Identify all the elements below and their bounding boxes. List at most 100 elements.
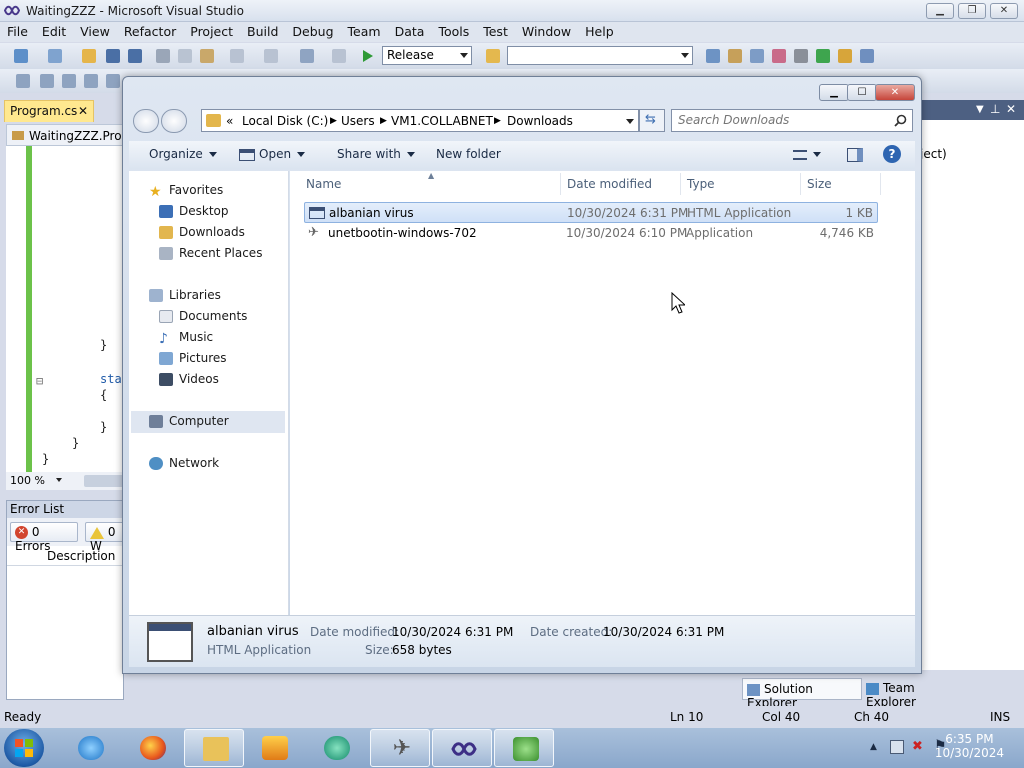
address-bar[interactable]: « Local Disk (C:) ▶ Users ▶ VM1.COLLABNE… — [201, 109, 639, 132]
menu-team[interactable]: Team — [341, 22, 388, 39]
address-history-chevron-icon[interactable] — [626, 119, 634, 124]
type-navigation-dropdown[interactable]: WaitingZZZ.Progr — [6, 124, 134, 146]
menu-build[interactable]: Build — [240, 22, 285, 39]
nav-desktop[interactable]: Desktop — [159, 204, 229, 218]
explorer-close-button[interactable]: ✕ — [875, 84, 915, 101]
errors-filter-button[interactable]: ✕ 0 Errors — [10, 522, 78, 553]
breadcrumb-separator-icon[interactable]: ▶ — [380, 116, 387, 126]
column-header-size[interactable]: Size — [807, 171, 832, 197]
nav-pictures[interactable]: Pictures — [159, 351, 227, 365]
pane-menu-icon[interactable]: ▼ — [976, 104, 984, 115]
menu-tools[interactable]: Tools — [431, 22, 476, 39]
search-icon[interactable] — [894, 114, 907, 127]
taskbar-windows-explorer[interactable] — [184, 729, 244, 767]
explorer-maximize-button[interactable]: ☐ — [847, 84, 877, 101]
menu-refactor[interactable]: Refactor — [117, 22, 183, 39]
pin-icon[interactable]: ⊥ — [990, 102, 1000, 116]
taskbar-app[interactable] — [306, 729, 366, 767]
menu-data[interactable]: Data — [388, 22, 432, 39]
menu-edit[interactable]: Edit — [35, 22, 73, 39]
organize-button[interactable]: Organize — [149, 147, 217, 161]
show-hidden-icons-icon[interactable]: ▲ — [870, 742, 877, 752]
breadcrumb-downloads[interactable]: Downloads — [507, 114, 573, 128]
vs-restore-button[interactable]: ❐ — [958, 3, 986, 19]
search-box[interactable] — [671, 109, 913, 132]
collapse-toggle-icon[interactable]: ⊟ — [36, 374, 43, 388]
paste-icon[interactable] — [200, 49, 214, 63]
solution-explorer-icon[interactable] — [706, 49, 720, 63]
search-input[interactable] — [678, 113, 878, 127]
taskbar-unetbootin[interactable]: ✈ — [370, 729, 430, 767]
open-file-icon[interactable] — [82, 49, 96, 63]
menu-project[interactable]: Project — [183, 22, 240, 39]
network-error-icon[interactable]: ✖ — [912, 739, 923, 754]
tools-icon[interactable] — [794, 49, 808, 63]
save-icon[interactable] — [106, 49, 120, 63]
copy-icon[interactable] — [178, 49, 192, 63]
indent-icon[interactable] — [40, 74, 54, 88]
menu-window[interactable]: Window — [515, 22, 578, 39]
comment-icon[interactable] — [84, 74, 98, 88]
file-row-albanian-virus[interactable]: albanian virus 10/30/2024 6:31 PM HTML A… — [304, 202, 878, 223]
start-debugging-icon[interactable] — [362, 49, 374, 63]
taskbar-firefox[interactable] — [122, 729, 182, 767]
toolbox-icon[interactable] — [772, 49, 786, 63]
nav-favorites[interactable]: ★ Favorites — [149, 183, 223, 200]
nav-computer[interactable]: Computer — [149, 414, 229, 428]
properties-icon[interactable] — [728, 49, 742, 63]
taskbar-internet-explorer[interactable] — [60, 729, 120, 767]
column-divider[interactable] — [560, 173, 561, 195]
save-all-icon[interactable] — [128, 49, 142, 63]
breadcrumb-separator-icon[interactable]: ▶ — [330, 116, 337, 126]
back-button[interactable] — [133, 109, 159, 133]
object-browser-icon[interactable] — [750, 49, 764, 63]
uncomment-icon[interactable] — [106, 74, 120, 88]
close-pane-icon[interactable]: ✕ — [1006, 102, 1016, 116]
menu-view[interactable]: View — [73, 22, 117, 39]
nav-videos[interactable]: Videos — [159, 372, 219, 386]
tab-solution-explorer[interactable]: Solution Explorer — [742, 678, 862, 710]
column-header-name[interactable]: Name — [306, 171, 341, 197]
format-icon[interactable] — [16, 74, 30, 88]
column-header-date-modified[interactable]: Date modified — [567, 171, 652, 197]
column-divider[interactable] — [800, 173, 801, 195]
taskbar-setup[interactable] — [494, 729, 554, 767]
nav-documents[interactable]: Documents — [159, 309, 247, 323]
find-combo[interactable] — [507, 46, 693, 65]
menu-file[interactable]: File — [0, 22, 35, 39]
breadcrumb-vm1-collabnet[interactable]: VM1.COLLABNET — [391, 114, 493, 128]
redo-icon[interactable] — [264, 49, 278, 63]
nav-libraries[interactable]: Libraries — [149, 288, 221, 302]
start-button[interactable] — [4, 729, 44, 767]
team-icon[interactable] — [838, 49, 852, 63]
tab-team-explorer[interactable]: Team Explorer — [862, 678, 970, 709]
taskbar-media-player[interactable] — [244, 729, 304, 767]
breadcrumb-users[interactable]: Users — [341, 114, 375, 128]
column-divider[interactable] — [880, 173, 881, 195]
horizontal-scrollbar[interactable] — [84, 475, 124, 487]
menu-test[interactable]: Test — [476, 22, 515, 39]
find-in-files-icon[interactable] — [486, 49, 500, 63]
vs-close-button[interactable]: ✕ — [990, 3, 1018, 19]
change-view-button[interactable] — [793, 147, 821, 161]
solution-configuration-select[interactable]: Release — [382, 46, 472, 65]
undo-icon[interactable] — [230, 49, 244, 63]
help-button[interactable]: ? — [883, 145, 901, 163]
tab-program-cs[interactable]: Program.cs ✕ — [4, 100, 94, 122]
add-item-icon[interactable] — [48, 49, 62, 63]
breadcrumb-overflow-icon[interactable]: « — [226, 114, 233, 128]
clock[interactable]: 6:35 PM 10/30/2024 — [935, 732, 1004, 760]
nav-downloads[interactable]: Downloads — [159, 225, 245, 239]
navigate-backward-icon[interactable] — [300, 49, 314, 63]
explorer-minimize-button[interactable]: ▁ — [819, 84, 849, 101]
share-with-button[interactable]: Share with — [337, 147, 415, 161]
file-row-unetbootin[interactable]: ✈ unetbootin-windows-702 10/30/2024 6:10… — [304, 223, 878, 244]
menu-help[interactable]: Help — [578, 22, 621, 39]
new-project-icon[interactable] — [14, 49, 28, 63]
outdent-icon[interactable] — [62, 74, 76, 88]
vs-minimize-button[interactable]: ▁ — [926, 3, 954, 19]
open-button[interactable]: Open — [239, 147, 306, 161]
breadcrumb-local-disk[interactable]: Local Disk (C:) — [242, 114, 328, 128]
breadcrumb-separator-icon[interactable]: ▶ — [494, 116, 501, 126]
close-tab-icon[interactable]: ✕ — [78, 104, 88, 118]
